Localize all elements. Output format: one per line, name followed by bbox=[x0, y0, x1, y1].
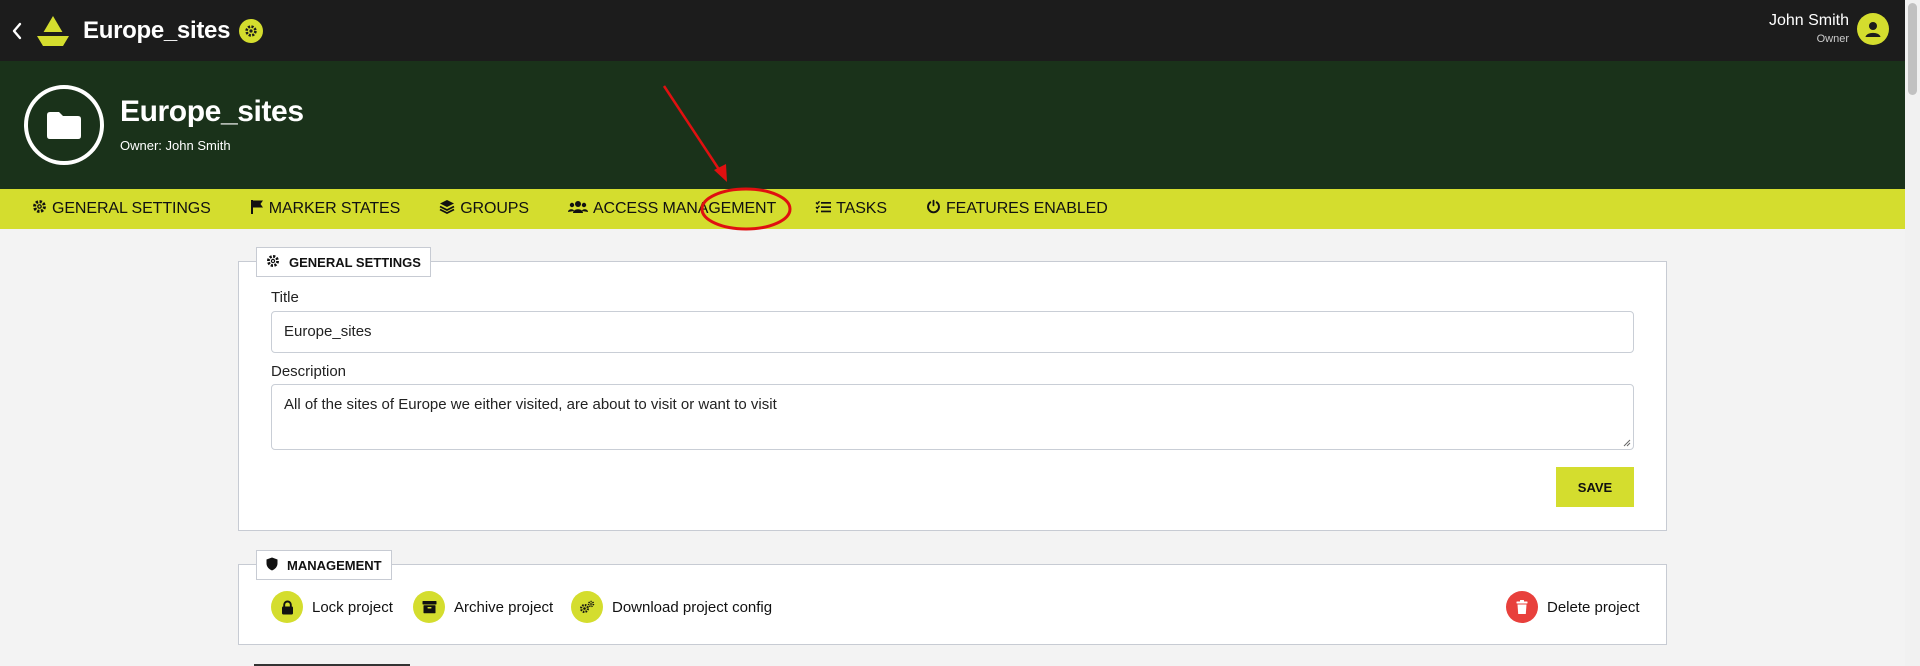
app-logo[interactable] bbox=[34, 14, 72, 48]
lock-project-button[interactable]: Lock project bbox=[271, 591, 393, 623]
title-input[interactable]: Europe_sites bbox=[271, 311, 1634, 353]
settings-tabs: GENERAL SETTINGS MARKER STATES GROUPS AC… bbox=[0, 189, 1905, 229]
users-icon bbox=[567, 200, 593, 219]
tab-label: FEATURES ENABLED bbox=[945, 200, 1108, 217]
tab-label: ACCESS MANAGEMENT bbox=[592, 200, 777, 217]
app-title: Europe_sites bbox=[83, 16, 231, 44]
tab-access-management[interactable]: ACCESS MANAGEMENT bbox=[567, 200, 777, 219]
power-icon bbox=[926, 199, 946, 219]
save-button[interactable]: SAVE bbox=[1556, 467, 1634, 507]
management-section: MANAGEMENT Lock project Archive project … bbox=[238, 550, 1667, 645]
archive-icon bbox=[413, 591, 445, 623]
tab-label: GENERAL SETTINGS bbox=[52, 200, 211, 217]
general-settings-heading: GENERAL SETTINGS bbox=[256, 247, 431, 277]
archive-project-label: Archive project bbox=[454, 598, 554, 616]
layers-icon bbox=[439, 199, 460, 219]
tab-general-settings[interactable]: GENERAL SETTINGS bbox=[32, 199, 211, 219]
tab-marker-states[interactable]: MARKER STATES bbox=[250, 199, 400, 219]
management-heading: MANAGEMENT bbox=[256, 550, 392, 580]
general-settings-section: GENERAL SETTINGS Title Europe_sites Desc… bbox=[238, 247, 1667, 531]
back-icon[interactable] bbox=[4, 18, 30, 44]
gear-icon bbox=[32, 199, 52, 219]
section-title: MANAGEMENT bbox=[287, 557, 382, 573]
lock-project-label: Lock project bbox=[312, 598, 393, 616]
download-project-config-label: Download project config bbox=[612, 598, 773, 616]
tab-tasks[interactable]: TASKS bbox=[815, 200, 887, 219]
flag-icon bbox=[250, 199, 269, 219]
tab-label: GROUPS bbox=[460, 200, 529, 217]
tab-groups[interactable]: GROUPS bbox=[439, 199, 529, 219]
scrollbar-thumb[interactable] bbox=[1908, 3, 1917, 95]
gear-icon bbox=[266, 254, 289, 271]
shield-icon bbox=[266, 557, 287, 574]
description-label: Description bbox=[271, 363, 347, 380]
user-avatar-icon[interactable] bbox=[1857, 13, 1889, 45]
title-label: Title bbox=[271, 289, 299, 306]
project-banner: Europe_sites Owner: John Smith bbox=[0, 61, 1905, 189]
trash-icon bbox=[1506, 591, 1538, 623]
top-bar: Europe_sites John Smith Owner bbox=[0, 0, 1905, 61]
download-project-config-button[interactable]: Download project config bbox=[571, 591, 772, 623]
project-owner: Owner: John Smith bbox=[120, 138, 231, 153]
resize-grip-icon[interactable] bbox=[1623, 439, 1631, 447]
page-scrollbar[interactable] bbox=[1905, 0, 1920, 666]
user-name: John Smith bbox=[1768, 12, 1849, 29]
user-role: Owner bbox=[1816, 33, 1849, 45]
description-textarea[interactable]: All of the sites of Europe we either vis… bbox=[271, 384, 1634, 450]
task-list-icon bbox=[815, 200, 836, 219]
delete-project-label: Delete project bbox=[1547, 598, 1640, 616]
user-info[interactable]: John Smith Owner bbox=[1769, 11, 1849, 47]
folder-icon bbox=[24, 85, 104, 165]
archive-project-button[interactable]: Archive project bbox=[413, 591, 553, 623]
tab-features-enabled[interactable]: FEATURES ENABLED bbox=[926, 199, 1108, 219]
tab-label: MARKER STATES bbox=[268, 200, 401, 217]
description-text: All of the sites of Europe we either vis… bbox=[284, 396, 777, 413]
settings-icon[interactable] bbox=[239, 18, 264, 43]
delete-project-button[interactable]: Delete project bbox=[1506, 591, 1640, 623]
lock-icon bbox=[271, 591, 303, 623]
section-title: GENERAL SETTINGS bbox=[289, 254, 421, 270]
gears-icon bbox=[571, 591, 603, 623]
project-title: Europe_sites bbox=[120, 95, 304, 128]
tab-label: TASKS bbox=[836, 200, 887, 217]
